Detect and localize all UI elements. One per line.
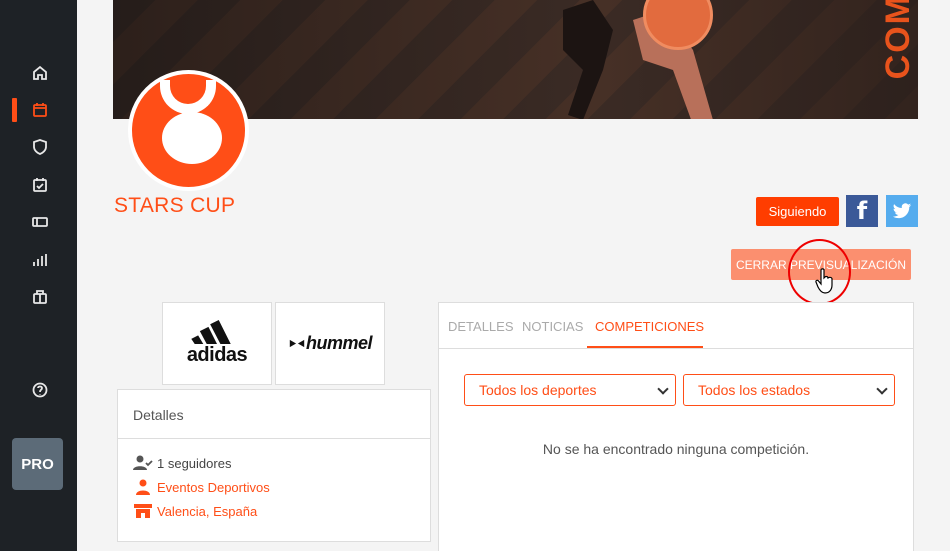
banner-text: COM — [878, 0, 917, 80]
state-filter-select[interactable]: Todos los estados — [683, 374, 895, 406]
pro-button[interactable]: PRO — [12, 438, 63, 490]
person-icon — [133, 478, 153, 496]
sidebar: PRO — [0, 0, 77, 551]
org-logo — [128, 70, 249, 191]
logo-notch — [160, 80, 216, 114]
details-card: Detalles 1 seguidores Eventos Deportivos… — [117, 389, 431, 542]
sponsor-adidas[interactable]: adidas — [162, 302, 272, 385]
shield-icon[interactable] — [31, 138, 49, 156]
hand-cursor-icon — [815, 268, 833, 294]
tab-competitions[interactable]: COMPETICIONES — [595, 319, 704, 334]
help-icon[interactable] — [31, 381, 49, 399]
followers-row: 1 seguidores — [133, 454, 231, 472]
facebook-icon: f — [856, 197, 868, 225]
active-indicator — [12, 98, 17, 122]
user-check-icon — [133, 454, 153, 472]
calendar-check-icon[interactable] — [31, 176, 49, 194]
active-tab-underline — [587, 346, 703, 348]
details-title: Detalles — [118, 390, 430, 439]
sponsor-hummel[interactable]: hummel — [275, 302, 385, 385]
empty-state-message: No se ha encontrado ninguna competición. — [542, 441, 810, 457]
competitions-panel: DETALLES NOTICIAS COMPETICIONES Todos lo… — [438, 302, 914, 551]
follow-button[interactable]: Siguiendo — [756, 197, 839, 226]
twitter-icon — [892, 203, 912, 219]
ticket-icon[interactable] — [31, 213, 49, 231]
store-icon — [133, 502, 153, 520]
logo-inner — [162, 112, 222, 164]
adidas-logo: adidas — [187, 320, 248, 367]
bar-chart-icon[interactable] — [31, 251, 49, 269]
calendar-icon[interactable] — [31, 101, 49, 119]
facebook-share-button[interactable]: f — [846, 195, 878, 227]
home-icon[interactable] — [31, 64, 49, 82]
hummel-bee-icon — [289, 339, 305, 348]
briefcase-icon[interactable] — [31, 288, 49, 306]
sport-filter-select[interactable]: Todos los deportes — [464, 374, 676, 406]
hummel-logo: hummel — [288, 333, 373, 354]
tab-news[interactable]: NOTICIAS — [522, 319, 583, 334]
page-title: STARS CUP — [114, 194, 236, 217]
tabs-header: DETALLES NOTICIAS COMPETICIONES — [439, 303, 913, 349]
category-row[interactable]: Eventos Deportivos — [133, 478, 270, 496]
tab-details[interactable]: DETALLES — [448, 319, 514, 334]
twitter-share-button[interactable] — [886, 195, 918, 227]
location-row[interactable]: Valencia, España — [133, 502, 257, 520]
adidas-stripes-icon — [191, 320, 231, 344]
